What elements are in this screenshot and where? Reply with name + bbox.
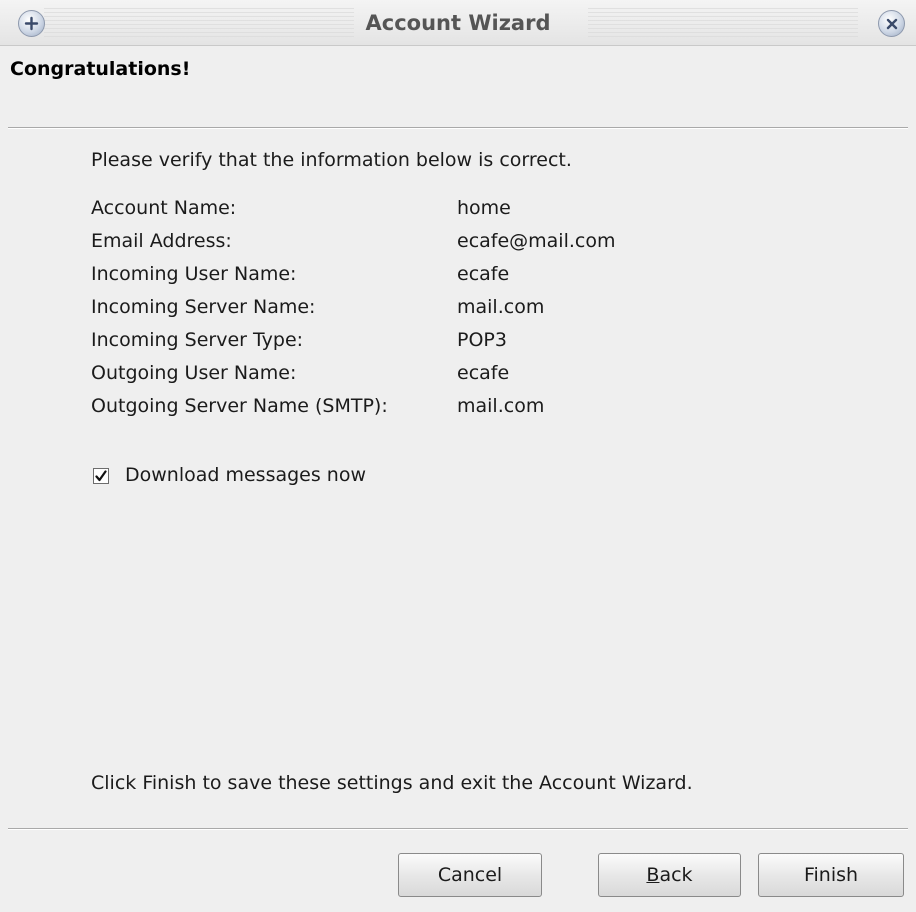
close-icon[interactable]: [878, 10, 905, 37]
info-label: Outgoing Server Name (SMTP):: [91, 395, 388, 417]
info-value: ecafe@mail.com: [457, 230, 616, 252]
info-label: Outgoing User Name:: [91, 362, 297, 384]
account-wizard-window: Account Wizard Congratulations! Please v…: [0, 0, 916, 912]
info-value: ecafe: [457, 362, 510, 384]
title-bar-grip-left: [44, 8, 354, 38]
back-button[interactable]: Back: [598, 853, 741, 897]
download-messages-label[interactable]: Download messages now: [125, 464, 366, 486]
info-label: Account Name:: [91, 197, 237, 219]
title-bar[interactable]: Account Wizard: [0, 0, 916, 46]
title-bar-grip-right: [588, 8, 858, 38]
finish-button[interactable]: Finish: [758, 853, 904, 897]
finish-instructions: Click Finish to save these settings and …: [91, 772, 693, 794]
checkmark-icon: [95, 470, 107, 482]
back-button-label: ack: [659, 864, 693, 886]
page-title: Congratulations!: [10, 58, 191, 80]
info-value: ecafe: [457, 263, 510, 285]
info-label: Incoming Server Name:: [91, 296, 316, 318]
info-label: Incoming User Name:: [91, 263, 297, 285]
cancel-button[interactable]: Cancel: [398, 853, 542, 897]
add-icon[interactable]: [18, 10, 45, 37]
header-divider: [8, 127, 908, 129]
intro-text: Please verify that the information below…: [91, 149, 572, 171]
info-value: home: [457, 197, 511, 219]
footer-divider: [8, 828, 908, 830]
info-value: POP3: [457, 329, 507, 351]
info-value: mail.com: [457, 296, 545, 318]
download-messages-checkbox[interactable]: [93, 468, 109, 484]
back-button-mnemonic: B: [646, 864, 660, 886]
info-label: Email Address:: [91, 230, 232, 252]
info-label: Incoming Server Type:: [91, 329, 304, 351]
info-value: mail.com: [457, 395, 545, 417]
